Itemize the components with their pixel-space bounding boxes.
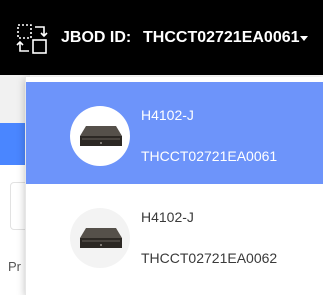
jbod-device-icon (70, 208, 130, 268)
jbod-selector-bar[interactable]: JBOD ID: THCCT02721EA0061 (0, 0, 323, 75)
jbod-option-1[interactable]: H4102-J THCCT02721EA0061 (26, 82, 323, 186)
jbod-selector-screen: Pr JBOD ID: THCCT02721EA0061 H4102-J THC… (0, 0, 323, 295)
caret-down-icon[interactable] (300, 36, 308, 41)
jbod-option-model: H4102-J (141, 209, 194, 225)
jbod-option-model: H4102-J (141, 107, 194, 123)
jbod-dropdown-menu: H4102-J THCCT02721EA0061 H4102-J THCCT02… (25, 77, 323, 295)
jbod-id-value[interactable]: THCCT02721EA0061 (143, 28, 300, 48)
jbod-id-label: JBOD ID: (61, 29, 132, 46)
jbod-option-serial: THCCT02721EA0061 (141, 148, 278, 164)
jbod-option-2[interactable]: H4102-J THCCT02721EA0062 (26, 184, 323, 288)
background-partial-text: Pr (8, 259, 21, 274)
jbod-device-icon (70, 106, 130, 166)
jbod-option-serial: THCCT02721EA0062 (141, 250, 278, 266)
switch-arrows-icon[interactable] (16, 23, 48, 55)
